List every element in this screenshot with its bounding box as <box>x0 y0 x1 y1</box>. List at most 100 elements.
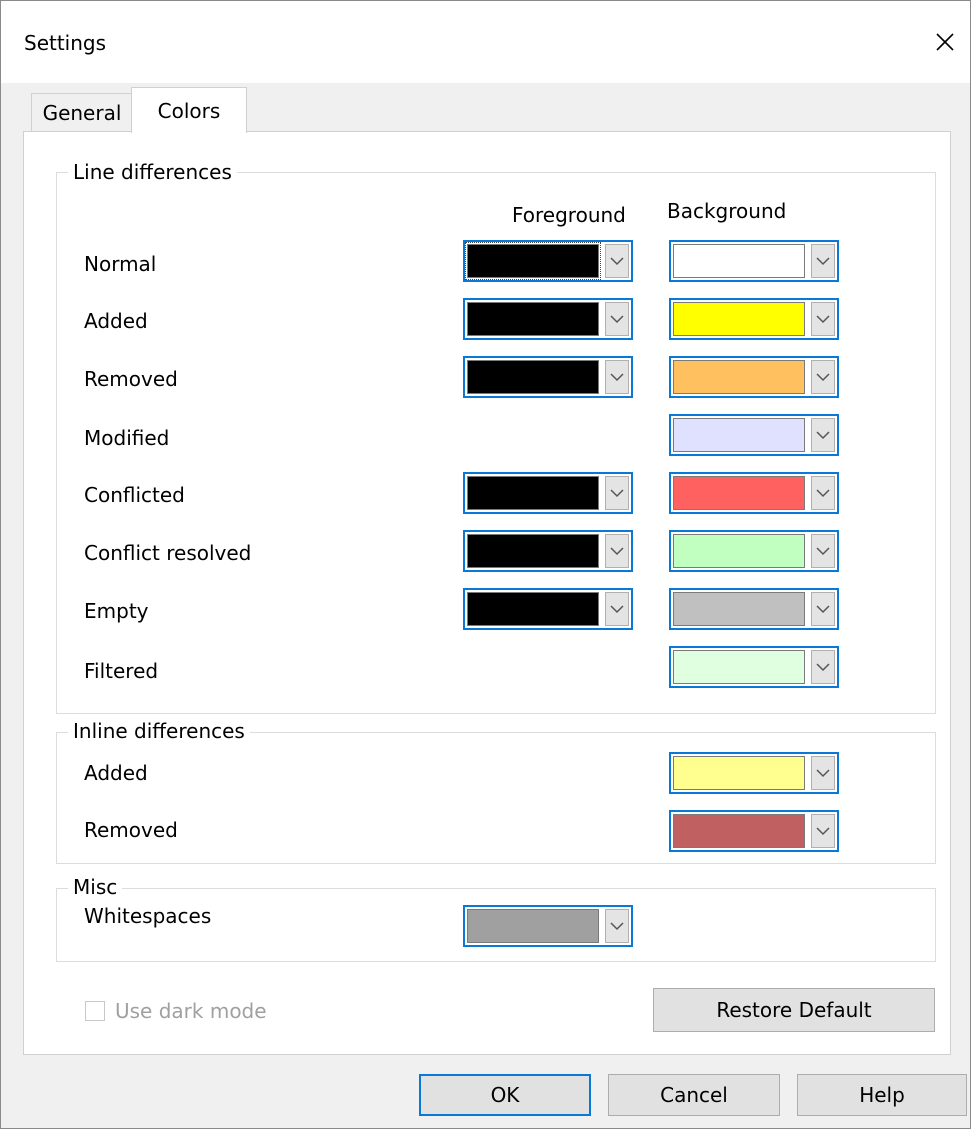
empty-background-picker[interactable] <box>669 588 839 630</box>
chevron-down-icon <box>610 922 624 931</box>
chevron-down-icon <box>816 605 830 614</box>
background-header: Background <box>667 199 787 223</box>
color-swatch <box>673 360 805 394</box>
dropdown-button[interactable] <box>811 302 835 336</box>
chevron-down-icon <box>610 315 624 324</box>
dropdown-button[interactable] <box>811 814 835 848</box>
row-label-empty: Empty <box>84 599 149 623</box>
chevron-down-icon <box>816 257 830 266</box>
row-label-modified: Modified <box>84 426 170 450</box>
color-swatch <box>467 476 599 510</box>
dark-mode-checkbox[interactable] <box>85 1001 105 1021</box>
color-swatch <box>673 244 805 278</box>
dialog-title: Settings <box>24 31 107 55</box>
conflicted-background-picker[interactable] <box>669 472 839 514</box>
dropdown-button[interactable] <box>811 360 835 394</box>
dropdown-button[interactable] <box>605 909 629 943</box>
color-swatch <box>673 814 805 848</box>
help-button[interactable]: Help <box>797 1074 967 1116</box>
removed-foreground-picker[interactable] <box>463 356 633 398</box>
color-swatch <box>467 360 599 394</box>
inline-row-label-added: Added <box>84 761 148 785</box>
dropdown-button[interactable] <box>811 476 835 510</box>
dropdown-button[interactable] <box>605 534 629 568</box>
added-foreground-picker[interactable] <box>463 298 633 340</box>
row-label-normal: Normal <box>84 252 157 276</box>
close-button[interactable] <box>920 15 970 69</box>
dropdown-button[interactable] <box>605 244 629 278</box>
modified-background-picker[interactable] <box>669 414 839 456</box>
empty-foreground-picker[interactable] <box>463 588 633 630</box>
normal-background-picker[interactable] <box>669 240 839 282</box>
color-swatch <box>467 592 599 626</box>
settings-dialog: Settings General Colors Line differences… <box>0 0 971 1129</box>
normal-foreground-picker[interactable] <box>463 240 633 282</box>
row-label-added: Added <box>84 309 148 333</box>
color-swatch <box>467 302 599 336</box>
dropdown-button[interactable] <box>605 360 629 394</box>
ok-label: OK <box>490 1083 520 1107</box>
ok-button[interactable]: OK <box>419 1074 591 1116</box>
whitespaces-color-picker[interactable] <box>463 905 633 947</box>
color-swatch <box>673 476 805 510</box>
cancel-label: Cancel <box>660 1083 728 1107</box>
inline-added-color-picker[interactable] <box>669 752 839 794</box>
color-swatch <box>465 242 601 280</box>
foreground-header: Foreground <box>512 203 626 227</box>
restore-default-label: Restore Default <box>716 998 872 1022</box>
chevron-down-icon <box>816 489 830 498</box>
dropdown-button[interactable] <box>605 476 629 510</box>
close-icon <box>936 33 954 51</box>
colors-tab-panel: Line differences Foreground Background N… <box>23 131 951 1055</box>
removed-background-picker[interactable] <box>669 356 839 398</box>
help-label: Help <box>859 1083 905 1107</box>
conflicted-foreground-picker[interactable] <box>463 472 633 514</box>
color-swatch <box>673 418 805 452</box>
dropdown-button[interactable] <box>605 592 629 626</box>
color-swatch <box>467 909 599 943</box>
conflict-resolved-foreground-picker[interactable] <box>463 530 633 572</box>
conflict-resolved-background-picker[interactable] <box>669 530 839 572</box>
inline-removed-color-picker[interactable] <box>669 810 839 852</box>
tab-general[interactable]: General <box>31 93 133 132</box>
dropdown-button[interactable] <box>811 534 835 568</box>
chevron-down-icon <box>610 547 624 556</box>
misc-title: Misc <box>68 875 123 899</box>
row-label-conflicted: Conflicted <box>84 483 185 507</box>
dropdown-button[interactable] <box>811 418 835 452</box>
color-swatch <box>467 534 599 568</box>
chevron-down-icon <box>610 489 624 498</box>
dropdown-button[interactable] <box>811 244 835 278</box>
tab-colors-label: Colors <box>157 98 221 123</box>
color-swatch <box>673 302 805 336</box>
color-swatch <box>673 534 805 568</box>
dropdown-button[interactable] <box>605 302 629 336</box>
chevron-down-icon <box>816 769 830 778</box>
row-label-filtered: Filtered <box>84 659 159 683</box>
chevron-down-icon <box>816 431 830 440</box>
chevron-down-icon <box>816 315 830 324</box>
title-bar: Settings <box>1 1 970 83</box>
chevron-down-icon <box>816 827 830 836</box>
restore-default-button[interactable]: Restore Default <box>653 988 935 1032</box>
chevron-down-icon <box>610 605 624 614</box>
color-swatch <box>673 650 805 684</box>
inline-differences-title: Inline differences <box>68 719 250 743</box>
whitespaces-label: Whitespaces <box>84 904 212 928</box>
chevron-down-icon <box>816 373 830 382</box>
inline-row-label-removed: Removed <box>84 818 178 842</box>
dropdown-button[interactable] <box>811 592 835 626</box>
added-background-picker[interactable] <box>669 298 839 340</box>
chevron-down-icon <box>816 547 830 556</box>
color-swatch <box>673 756 805 790</box>
chevron-down-icon <box>816 663 830 672</box>
dropdown-button[interactable] <box>811 756 835 790</box>
line-differences-title: Line differences <box>68 160 237 184</box>
tab-general-label: General <box>42 101 122 125</box>
filtered-background-picker[interactable] <box>669 646 839 688</box>
color-swatch <box>673 592 805 626</box>
cancel-button[interactable]: Cancel <box>608 1074 780 1116</box>
tab-colors[interactable]: Colors <box>131 87 247 133</box>
chevron-down-icon <box>610 257 624 266</box>
dropdown-button[interactable] <box>811 650 835 684</box>
